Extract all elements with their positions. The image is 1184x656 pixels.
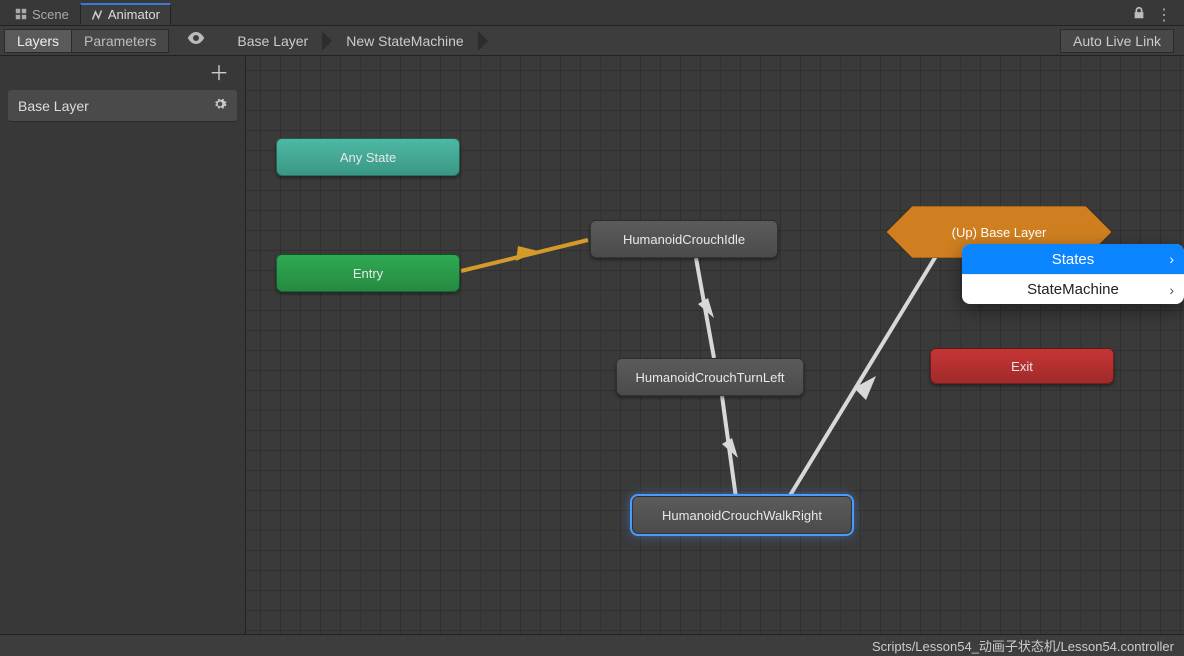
node-exit-label: Exit bbox=[1011, 359, 1033, 374]
node-exit[interactable]: Exit bbox=[930, 348, 1114, 384]
node-any-state[interactable]: Any State bbox=[276, 138, 460, 176]
animator-toolbar: Layers Parameters Base Layer New StateMa… bbox=[0, 26, 1184, 56]
breadcrumbs: Base Layer New StateMachine bbox=[215, 26, 479, 56]
kebab-menu-icon[interactable]: ⋮ bbox=[1156, 5, 1172, 25]
add-layer-button[interactable]: ＋ bbox=[209, 57, 229, 86]
node-entry[interactable]: Entry bbox=[276, 254, 460, 292]
layer-item-label: Base Layer bbox=[18, 98, 89, 114]
window-tabbar: Scene Animator ⋮ bbox=[0, 0, 1184, 26]
context-menu: States › StateMachine › bbox=[962, 244, 1184, 304]
tab-animator-label: Animator bbox=[108, 7, 160, 22]
context-menu-states[interactable]: States › bbox=[962, 244, 1184, 274]
layers-sidebar: ＋ Base Layer bbox=[0, 56, 246, 634]
gear-icon[interactable] bbox=[213, 97, 227, 114]
graph-canvas[interactable]: Any State Entry HumanoidCrouchIdle Human… bbox=[246, 56, 1184, 634]
chevron-right-icon: › bbox=[1169, 251, 1174, 267]
node-any-state-label: Any State bbox=[340, 150, 396, 165]
eye-icon[interactable] bbox=[187, 31, 205, 50]
chevron-right-icon: › bbox=[1169, 282, 1174, 298]
layers-tab[interactable]: Layers bbox=[4, 29, 72, 53]
context-menu-statemachine-label: StateMachine bbox=[1027, 281, 1119, 298]
auto-live-link-label: Auto Live Link bbox=[1073, 33, 1161, 49]
breadcrumb-1-label: New StateMachine bbox=[346, 33, 464, 49]
auto-live-link-button[interactable]: Auto Live Link bbox=[1060, 29, 1174, 53]
layers-label: Layers bbox=[17, 33, 59, 49]
layer-item-base[interactable]: Base Layer bbox=[8, 90, 237, 122]
tab-animator[interactable]: Animator bbox=[80, 3, 171, 25]
tab-scene-label: Scene bbox=[32, 7, 69, 22]
breadcrumb-1[interactable]: New StateMachine bbox=[324, 28, 480, 54]
parameters-tab[interactable]: Parameters bbox=[72, 29, 169, 53]
asset-path: Scripts/Lesson54_动画子状态机/Lesson54.control… bbox=[872, 636, 1174, 655]
scene-icon bbox=[15, 8, 27, 20]
node-humanoid-crouch-walkright[interactable]: HumanoidCrouchWalkRight bbox=[632, 496, 852, 534]
node-walkright-label: HumanoidCrouchWalkRight bbox=[662, 508, 822, 523]
node-humanoid-crouch-turnleft[interactable]: HumanoidCrouchTurnLeft bbox=[616, 358, 804, 396]
node-up-base-layer-label: (Up) Base Layer bbox=[952, 225, 1047, 240]
context-menu-statemachine[interactable]: StateMachine › bbox=[962, 274, 1184, 304]
node-humanoid-crouch-idle[interactable]: HumanoidCrouchIdle bbox=[590, 220, 778, 258]
context-menu-states-label: States bbox=[1052, 251, 1095, 268]
animator-icon bbox=[91, 9, 103, 21]
lock-icon[interactable] bbox=[1132, 6, 1146, 25]
node-entry-label: Entry bbox=[353, 266, 383, 281]
breadcrumb-0[interactable]: Base Layer bbox=[215, 28, 324, 54]
tab-scene[interactable]: Scene bbox=[4, 3, 80, 25]
parameters-label: Parameters bbox=[84, 33, 156, 49]
node-turnleft-label: HumanoidCrouchTurnLeft bbox=[635, 370, 784, 385]
node-idle-label: HumanoidCrouchIdle bbox=[623, 232, 745, 247]
breadcrumb-0-label: Base Layer bbox=[237, 33, 308, 49]
status-bar: Scripts/Lesson54_动画子状态机/Lesson54.control… bbox=[0, 634, 1184, 656]
